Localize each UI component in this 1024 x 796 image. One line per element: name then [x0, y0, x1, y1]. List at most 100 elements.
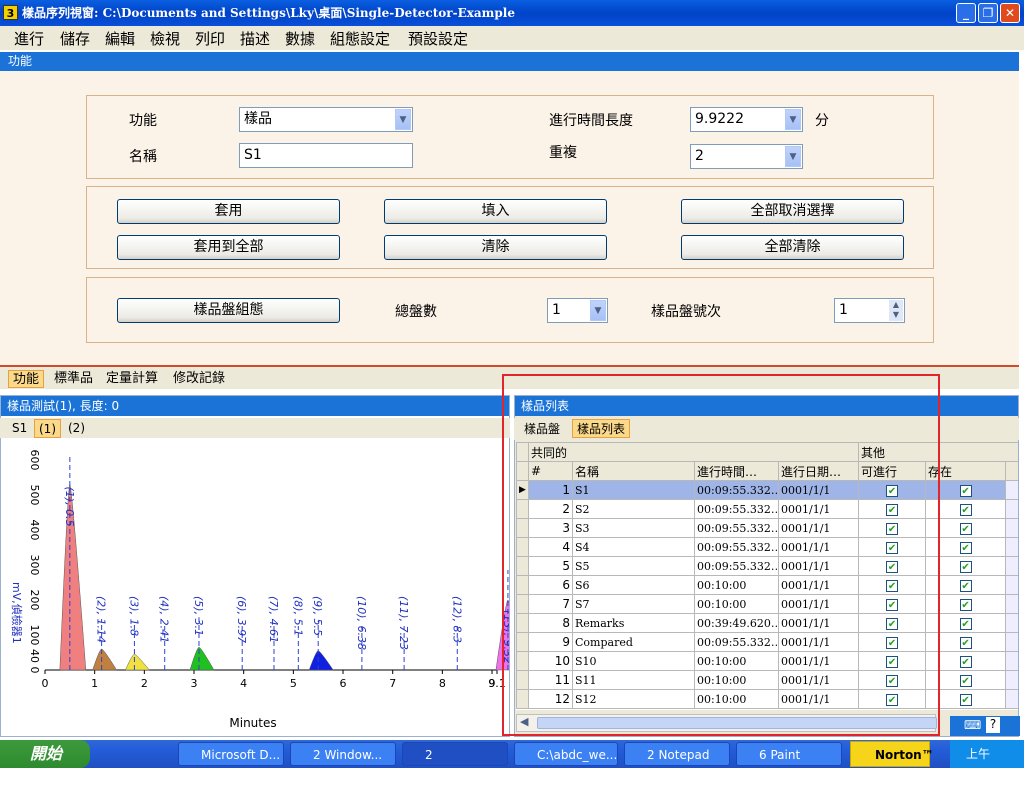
peak-label: (6), 3.97	[235, 596, 248, 643]
checkbox-checked-icon[interactable]: ✔	[959, 503, 972, 516]
norton-button[interactable]: Norton™	[850, 741, 934, 767]
tab-s1[interactable]: S1	[8, 419, 31, 438]
menu-defaults[interactable]: 預設設定	[408, 28, 468, 49]
taskbar-item-paint[interactable]: 6 Paint	[736, 742, 842, 766]
tab-quantitation[interactable]: 定量計算	[102, 370, 162, 388]
checkbox-checked-icon[interactable]: ✔	[959, 541, 972, 554]
taskbar-item-notepad[interactable]: 2 Notepad	[624, 742, 730, 766]
peak-label: (12), 8.3	[450, 596, 463, 643]
checkbox-checked-icon[interactable]: ✔	[959, 655, 972, 668]
peak-area	[189, 646, 215, 671]
tray-count-select[interactable]: 1 ▼	[547, 298, 608, 323]
keyboard-icon[interactable]: ⌨	[964, 718, 981, 732]
chevron-down-icon[interactable]: ▼	[590, 300, 606, 321]
fill-button[interactable]: 填入	[384, 199, 607, 224]
apply-all-button[interactable]: 套用到全部	[117, 235, 340, 260]
checkbox-checked-icon[interactable]: ✔	[959, 693, 972, 706]
function-value: 樣品	[244, 111, 272, 127]
checkbox-checked-icon[interactable]: ✔	[959, 636, 972, 649]
apply-button[interactable]: 套用	[117, 199, 340, 224]
function-select[interactable]: 樣品 ▼	[239, 107, 413, 132]
function-label: 功能	[129, 113, 157, 129]
menu-print[interactable]: 列印	[195, 28, 225, 49]
tab-function[interactable]: 功能	[8, 370, 45, 388]
menu-edit[interactable]: 編輯	[105, 28, 135, 49]
y-tick-label: 500	[28, 485, 41, 506]
peak-label: (11), 7.23	[397, 596, 410, 650]
chevron-down-icon[interactable]: ▼	[395, 109, 411, 130]
deselect-all-button[interactable]: 全部取消選擇	[681, 199, 904, 224]
runtime-select[interactable]: 9.9222 ▼	[690, 107, 803, 132]
minimize-button[interactable]: _	[956, 3, 976, 23]
peak-label: (10), 6.38	[355, 596, 368, 650]
y-axis-label: mV,偵檢器1	[10, 582, 24, 644]
menu-describe[interactable]: 描述	[240, 28, 270, 49]
panel-toolbar: ⌨ ?	[950, 716, 1020, 736]
checkbox-checked-icon[interactable]: ✔	[959, 674, 972, 687]
properties-group: 功能 樣品 ▼ 名稱 S1 進行時間長度 9.9222 ▼ 分 重複 2 ▼	[86, 95, 934, 179]
runtime-unit: 分	[815, 113, 829, 129]
tab-run-2[interactable]: (2)	[64, 419, 89, 438]
chart-peaks: (1), 0.5 (2), 1.14 (3), 1.8 (4), 2.41 (5), 3…	[59, 454, 509, 671]
help-icon[interactable]: ?	[986, 717, 1000, 733]
taskbar-item-ie[interactable]: C:\abdc_we...	[514, 742, 618, 766]
maximize-button[interactable]: ❐	[978, 3, 998, 23]
title-bar: 3 樣品序列視窗: C:\Documents and Settings\Lky\…	[0, 0, 1024, 26]
chromatogram-title: 樣品測試(1), 長度: 0	[1, 396, 509, 416]
checkbox-checked-icon[interactable]: ✔	[959, 484, 972, 497]
menu-config[interactable]: 組態設定	[330, 28, 390, 49]
y-tick-label: 0	[28, 667, 41, 674]
peak-area	[308, 650, 334, 671]
menu-view[interactable]: 檢視	[150, 28, 180, 49]
peak-label: (5), 3.1	[192, 596, 205, 636]
chevron-down-icon[interactable]: ▼	[785, 146, 801, 167]
tab-run-1[interactable]: (1)	[34, 419, 61, 438]
taskbar-item-explorer[interactable]: 2 Window...	[290, 742, 396, 766]
x-tick-label: 4	[240, 677, 247, 690]
checkbox-checked-icon[interactable]: ✔	[959, 579, 972, 592]
checkbox-checked-icon[interactable]: ✔	[959, 617, 972, 630]
menu-save[interactable]: 儲存	[60, 28, 90, 49]
name-input[interactable]: S1	[239, 143, 413, 168]
runtime-label: 進行時間長度	[549, 113, 633, 129]
x-tick-label: 5	[290, 677, 297, 690]
repeat-select[interactable]: 2 ▼	[690, 144, 803, 169]
start-button[interactable]: 開始	[0, 740, 90, 768]
y-tick-label: 600	[28, 450, 41, 471]
peak-label: (2), 1.14	[95, 596, 108, 643]
highlight-box	[502, 374, 940, 736]
close-button[interactable]: ✕	[1000, 3, 1020, 23]
clear-button[interactable]: 清除	[384, 235, 607, 260]
x-tick-label: 8	[439, 677, 446, 690]
chromatogram-tabs: S1 (1) (2)	[0, 418, 510, 438]
system-tray: 上午 11:42	[950, 740, 1024, 789]
peak-label: (4), 2.41	[158, 596, 171, 643]
menu-bar: 進行 儲存 編輯 檢視 列印 描述 數據 組態設定 預設設定	[0, 26, 1024, 50]
tray-config-button[interactable]: 樣品盤組態	[117, 298, 340, 323]
tray-count-label: 總盤數	[395, 304, 437, 320]
y-tick-label: 400	[28, 520, 41, 541]
clear-all-button[interactable]: 全部清除	[681, 235, 904, 260]
chromatogram-chart: 6005004003002001004000 1 2 3 4 5 6 7 8 99.1 (1), …	[10, 450, 509, 730]
app-icon[interactable]: 3	[3, 5, 18, 20]
actions-group: 套用 填入 全部取消選擇 套用到全部 清除 全部清除	[86, 186, 934, 269]
tab-standards[interactable]: 標準品	[50, 370, 97, 388]
peak-area	[125, 653, 150, 671]
runtime-value: 9.9222	[695, 111, 744, 127]
tray-number-spinner[interactable]: 1 ▲ ▼	[834, 298, 905, 323]
tab-revision-log[interactable]: 修改記錄	[169, 370, 229, 388]
menu-data[interactable]: 數據	[285, 28, 315, 49]
y-tick-label: 300	[28, 555, 41, 576]
taskbar-item-app[interactable]: 2	[402, 742, 508, 766]
x-tick-label: 7	[389, 677, 396, 690]
menu-run[interactable]: 進行	[14, 28, 44, 49]
tray-group: 樣品盤組態 總盤數 1 ▼ 樣品盤號次 1 ▲ ▼	[86, 277, 934, 343]
spinner-arrows-icon[interactable]: ▲ ▼	[889, 300, 903, 321]
taskbar-item-access[interactable]: Microsoft D...	[178, 742, 284, 766]
chevron-down-icon[interactable]: ▼	[785, 109, 801, 130]
checkbox-checked-icon[interactable]: ✔	[959, 522, 972, 535]
checkbox-checked-icon[interactable]: ✔	[959, 598, 972, 611]
checkbox-checked-icon[interactable]: ✔	[959, 560, 972, 573]
peak-label: (1), 0.5	[63, 487, 76, 527]
clock: 上午 11:42	[958, 747, 993, 789]
